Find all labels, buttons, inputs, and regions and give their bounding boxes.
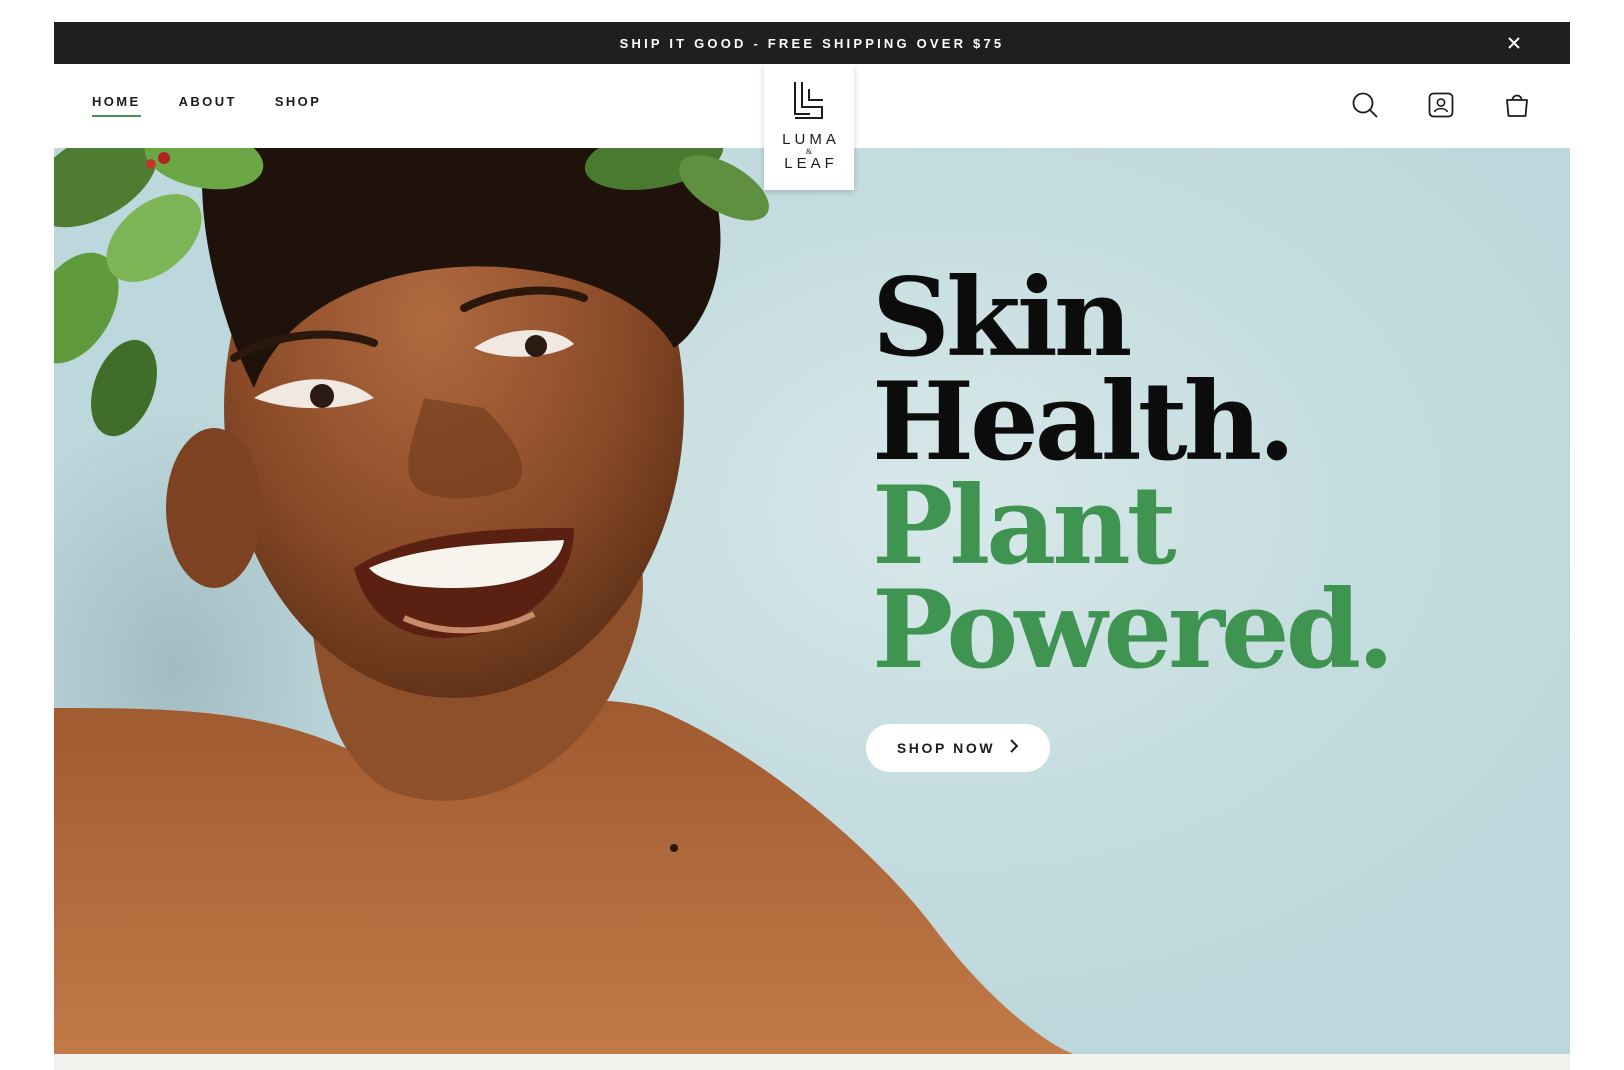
shop-now-label: SHOP NOW [896,740,996,756]
main-nav: HOME ABOUT SHOP [92,94,321,117]
brand-logo[interactable]: LUMA & LEAF [764,64,854,190]
nav-item-shop[interactable]: SHOP [275,94,321,117]
logo-text-leaf: LEAF [784,155,838,172]
announcement-bar: SHIP IT GOOD - FREE SHIPPING OVER $75 [54,22,1570,64]
logo-text-luma: LUMA [782,131,840,148]
nav-item-about[interactable]: ABOUT [179,94,237,117]
close-icon[interactable] [1504,33,1524,53]
headline-line-3: Plant [872,463,1177,589]
bag-icon[interactable] [1502,90,1532,120]
hero-headline: Skin Health. Plant Powered. [872,255,1395,693]
headline-line-1: Skin [872,255,1132,381]
search-icon[interactable] [1350,90,1380,120]
nav-item-home[interactable]: HOME [92,94,141,117]
shop-now-button[interactable]: SHOP NOW [866,724,1050,772]
chevron-right-icon [1009,738,1019,758]
headline-line-4: Powered. [872,567,1395,693]
account-icon[interactable] [1426,90,1456,120]
announcement-text: SHIP IT GOOD - FREE SHIPPING OVER $75 [619,35,1005,51]
hero-banner: Skin Health. Plant Powered. SHOP NOW [54,148,1570,1054]
headline-line-2: Health. [872,359,1296,485]
next-section [54,1054,1570,1070]
page: SHIP IT GOOD - FREE SHIPPING OVER $75 HO… [54,22,1570,1070]
header-icons [1350,90,1532,120]
logo-mark-icon [792,80,826,125]
